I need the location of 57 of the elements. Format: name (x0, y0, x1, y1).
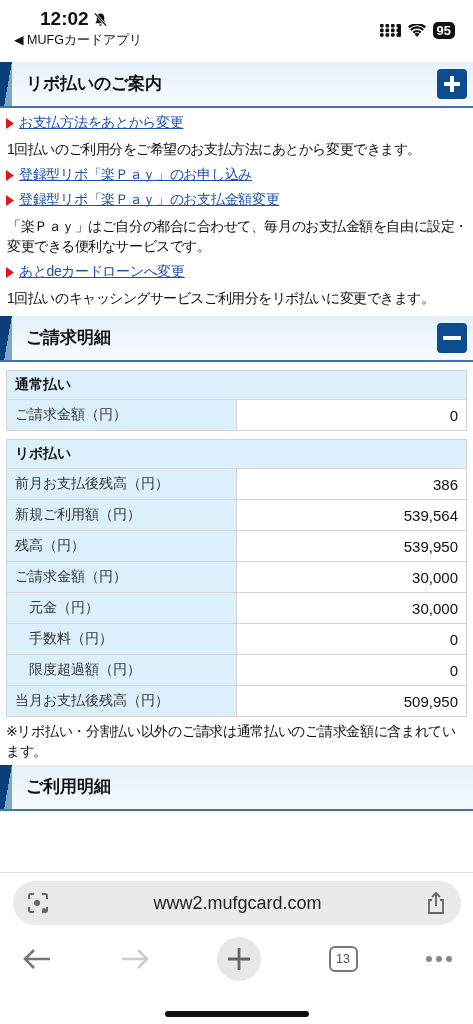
row-value: 30,000 (411, 567, 459, 588)
row-value: 0 (448, 629, 459, 650)
back-button[interactable] (22, 948, 52, 970)
table-heading: 通常払い (7, 371, 466, 400)
back-to-app-link[interactable]: ◀ MUFGカードアプリ (14, 32, 142, 49)
section-header[interactable]: リボ払いのご案内 (0, 62, 473, 108)
plus-icon (228, 948, 250, 970)
tab-count-button[interactable]: 13 (328, 946, 358, 972)
link[interactable]: お支払方法をあとから変更 (19, 114, 184, 132)
description-text: 1回払いのご利用分をご希望のお支払方法にあとから変更できます。 (6, 140, 422, 159)
triangle-icon (6, 266, 14, 278)
row-value: 0 (448, 660, 459, 681)
row-label: 限度超過額（円） (7, 655, 237, 685)
row-value: 539,950 (402, 536, 459, 557)
section-title: リボ払いのご案内 (26, 73, 162, 94)
signal-icon (379, 24, 401, 37)
new-tab-button[interactable] (217, 937, 261, 981)
row-label: 新規ご利用額（円） (7, 500, 237, 530)
row-label: 前月お支払後残高（円） (7, 469, 237, 499)
row-label: ご請求金額（円） (7, 562, 237, 592)
section-title: ご利用明細 (26, 776, 111, 797)
bell-off-icon (92, 11, 108, 27)
url-text: www2.mufgcard.com (153, 892, 322, 914)
note-text: ※リボ払い・分割払い以外のご請求は通常払いのご請求金額に含まれています。 (6, 722, 457, 761)
link[interactable]: 登録型リボ「楽Ｐａｙ」のお申し込み (19, 166, 252, 184)
row-value: 386 (431, 474, 459, 495)
row-value: 539,564 (402, 505, 459, 526)
row-value: 509,950 (402, 691, 459, 712)
triangle-icon (6, 169, 14, 181)
section-header[interactable]: ご請求明細 (0, 316, 473, 362)
toggle-button[interactable] (437, 323, 467, 353)
battery-level: 95 (432, 22, 455, 39)
wifi-icon (407, 24, 426, 37)
toggle-button[interactable] (437, 69, 467, 99)
address-bar[interactable]: www2.mufgcard.com (12, 881, 461, 925)
lens-icon (26, 892, 49, 914)
share-icon (426, 891, 447, 915)
description-text: 「楽Ｐａｙ」はご自分の都合に合わせて、毎月のお支払金額を自由に設定・変更できる便利なサービスです。 (6, 217, 469, 256)
more-button[interactable] (425, 955, 453, 963)
minus-icon (443, 336, 461, 340)
row-label: 当月お支払後残高（円） (7, 686, 237, 716)
triangle-icon (6, 117, 14, 129)
description-text: 1回払いのキャッシングサービスご利用分をリボ払いに変更できます。 (6, 289, 436, 308)
section-title: ご請求明細 (26, 327, 111, 348)
row-value: 0 (448, 405, 459, 426)
row-label: 手数料（円） (7, 624, 237, 654)
row-label: ご請求金額（円） (7, 400, 237, 430)
row-label: 元金（円） (7, 593, 237, 623)
section-header[interactable]: ご利用明細 (0, 765, 473, 811)
plus-icon (443, 75, 461, 93)
clock-time: 12:02 (40, 8, 89, 30)
triangle-icon (6, 194, 14, 206)
row-value: 30,000 (411, 598, 459, 619)
row-label: 残高（円） (7, 531, 237, 561)
link[interactable]: あとdeカードローンへ変更 (19, 263, 185, 281)
table-heading: リボ払い (7, 440, 466, 469)
link[interactable]: 登録型リボ「楽Ｐａｙ」のお支払金額変更 (19, 191, 280, 209)
